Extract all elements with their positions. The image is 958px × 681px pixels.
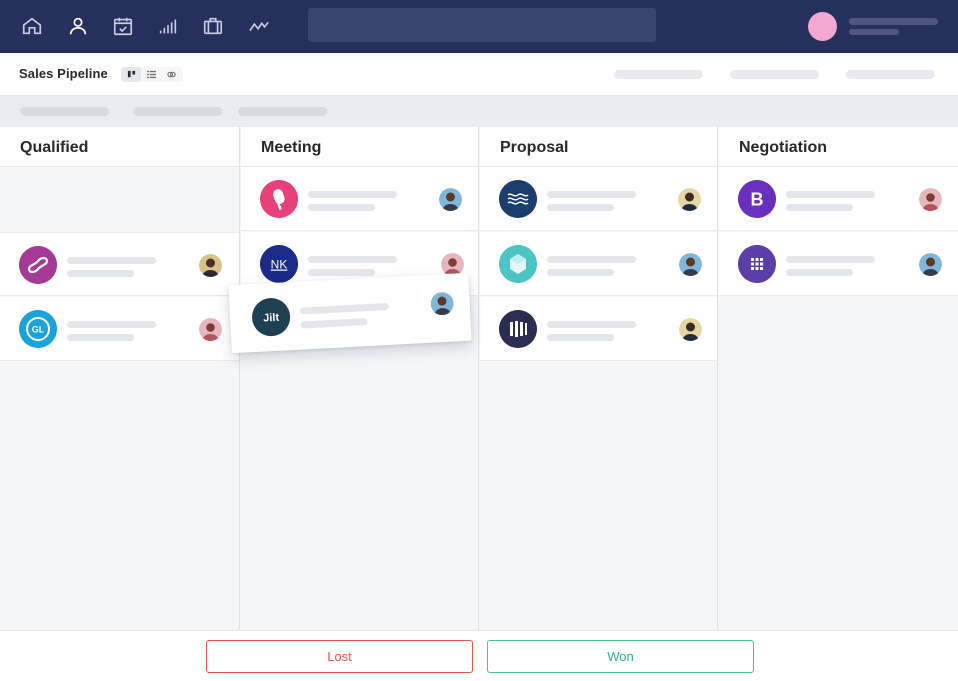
svg-text:NK: NK [271, 258, 288, 272]
deal-value-placeholder [67, 270, 134, 277]
view-switcher [121, 67, 183, 82]
deal-card[interactable]: B [719, 167, 958, 231]
stage-column-qualified: Qualified GL [0, 127, 240, 630]
header-action-placeholder[interactable] [730, 70, 819, 79]
stage-title: Meeting [241, 127, 478, 167]
company-logo-icon [499, 180, 537, 218]
filter-placeholder[interactable] [133, 107, 222, 116]
svg-text:Jilt: Jilt [263, 312, 280, 325]
calendar-icon[interactable] [111, 14, 135, 38]
company-logo-icon [499, 245, 537, 283]
deal-title-placeholder [299, 302, 389, 315]
stage-column-negotiation: Negotiation B [719, 127, 958, 630]
company-logo-icon [499, 310, 537, 348]
filter-placeholder[interactable] [238, 107, 327, 116]
company-logo-icon: GL [19, 310, 57, 348]
company-logo-icon [260, 180, 298, 218]
page-title: Sales Pipeline [19, 66, 108, 81]
drop-zone-bar: Lost Won [0, 630, 958, 681]
deal-card[interactable] [719, 232, 958, 296]
svg-text:B: B [751, 190, 764, 210]
deal-title-placeholder [786, 191, 875, 198]
deal-title-placeholder [786, 256, 875, 263]
owner-avatar[interactable] [430, 292, 454, 316]
header-action-placeholder[interactable] [614, 70, 703, 79]
svg-text:GL: GL [32, 325, 45, 335]
filter-bar [0, 96, 958, 127]
won-drop-zone[interactable]: Won [487, 640, 754, 673]
company-logo-icon: NK [260, 245, 298, 283]
deal-card[interactable] [241, 167, 478, 231]
deal-title-placeholder [547, 256, 636, 263]
home-icon[interactable] [20, 14, 44, 38]
top-navigation-bar [0, 0, 958, 53]
deal-title-placeholder [547, 321, 636, 328]
deal-title-placeholder [308, 191, 397, 198]
stage-title: Negotiation [719, 127, 958, 167]
deal-title-placeholder [547, 191, 636, 198]
dragged-deal-card[interactable]: Jilt [228, 272, 472, 354]
stage-column-meeting: Meeting NK [241, 127, 479, 630]
stage-column-proposal: Proposal [480, 127, 718, 630]
deal-card[interactable] [480, 297, 717, 361]
board-view-icon[interactable] [121, 67, 141, 82]
deal-title-placeholder [308, 256, 397, 263]
user-avatar[interactable] [808, 12, 837, 41]
deal-value-placeholder [547, 334, 614, 341]
deal-title-placeholder [67, 321, 156, 328]
company-logo-icon [738, 245, 776, 283]
person-icon[interactable] [66, 14, 90, 38]
owner-avatar[interactable] [439, 188, 462, 211]
deal-value-placeholder [547, 204, 614, 211]
forecast-view-icon[interactable] [161, 67, 181, 82]
deal-value-placeholder [547, 269, 614, 276]
deal-value-placeholder [308, 269, 375, 276]
deal-value-placeholder [786, 269, 853, 276]
lost-drop-zone[interactable]: Lost [206, 640, 473, 673]
search-input[interactable] [308, 8, 656, 42]
deal-card[interactable]: GL [0, 297, 239, 361]
owner-avatar[interactable] [919, 253, 942, 276]
deal-value-placeholder [308, 204, 375, 211]
stage-title: Qualified [0, 127, 239, 167]
user-name-placeholder [849, 18, 938, 25]
owner-avatar[interactable] [678, 188, 701, 211]
owner-avatar[interactable] [199, 254, 222, 277]
company-logo-icon: Jilt [251, 297, 292, 338]
stage-title: Proposal [480, 127, 717, 167]
deal-title-placeholder [67, 257, 156, 264]
company-logo-icon: B [738, 180, 776, 218]
deal-card[interactable] [0, 232, 239, 296]
deal-card[interactable] [480, 232, 717, 296]
header-action-placeholder[interactable] [846, 70, 935, 79]
deal-value-placeholder [300, 318, 368, 329]
filter-placeholder[interactable] [20, 107, 109, 116]
company-logo-icon [19, 246, 57, 284]
deal-value-placeholder [786, 204, 853, 211]
list-view-icon[interactable] [141, 67, 161, 82]
pipeline-header: Sales Pipeline [0, 53, 958, 96]
owner-avatar[interactable] [199, 318, 222, 341]
deal-card[interactable] [480, 167, 717, 231]
trend-icon[interactable] [247, 14, 271, 38]
owner-avatar[interactable] [679, 318, 702, 341]
user-role-placeholder [849, 29, 899, 35]
owner-avatar[interactable] [679, 253, 702, 276]
briefcase-icon[interactable] [201, 14, 225, 38]
bar-chart-icon[interactable] [156, 14, 180, 38]
deal-value-placeholder [67, 334, 134, 341]
owner-avatar[interactable] [919, 188, 942, 211]
